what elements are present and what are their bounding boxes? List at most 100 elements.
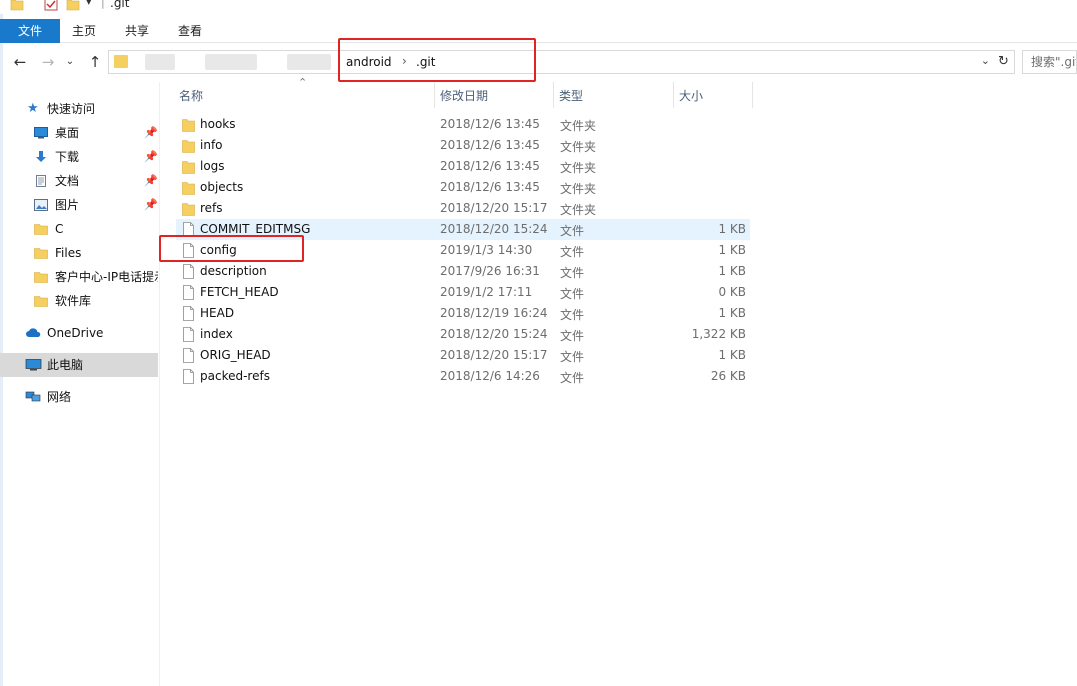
file-type: 文件 xyxy=(560,266,585,280)
properties-checkmark-icon[interactable] xyxy=(44,0,58,11)
file-size: 1 KB xyxy=(718,243,746,257)
file-row[interactable]: index 2018/12/20 15:24 文件 1,322 KB xyxy=(176,324,750,345)
file-type: 文件 xyxy=(560,329,585,343)
nav-item-documents[interactable]: 文档 📌 xyxy=(0,170,158,192)
address-dropdown-icon[interactable]: ⌄ xyxy=(981,54,990,67)
forward-arrow-icon[interactable]: → xyxy=(37,51,59,73)
file-size: 1 KB xyxy=(718,222,746,236)
window-title: .git xyxy=(110,0,130,10)
file-type: 文件夹 xyxy=(560,182,597,196)
file-icon xyxy=(182,264,195,279)
search-input[interactable]: 搜索".git" xyxy=(1022,50,1077,74)
nav-item-pictures[interactable]: 图片 📌 xyxy=(0,194,158,216)
back-arrow-icon[interactable]: ← xyxy=(9,51,31,73)
pin-icon[interactable]: 📌 xyxy=(144,146,158,168)
picture-icon xyxy=(34,199,48,211)
nav-onedrive[interactable]: OneDrive xyxy=(0,322,158,344)
file-size: 1 KB xyxy=(718,264,746,278)
title-bar: ▾ | .git xyxy=(0,0,1077,14)
file-row[interactable]: objects 2018/12/6 13:45 文件夹 xyxy=(176,177,750,198)
file-date: 2018/12/20 15:17 xyxy=(440,201,548,215)
column-divider[interactable] xyxy=(553,82,554,108)
nav-label: 客户中心-IP电话提示 xyxy=(55,270,158,284)
customize-quick-access-icon[interactable]: ▾ xyxy=(86,0,92,8)
file-size: 1,322 KB xyxy=(691,327,746,341)
tab-view[interactable]: 查看 xyxy=(166,19,214,43)
tab-share[interactable]: 共享 xyxy=(113,19,161,43)
column-date[interactable]: 修改日期 xyxy=(440,87,550,107)
column-size[interactable]: 大小 xyxy=(679,87,749,107)
file-date: 2018/12/20 15:24 xyxy=(440,222,548,236)
nav-this-pc[interactable]: 此电脑 xyxy=(0,353,158,377)
tab-file[interactable]: 文件 xyxy=(0,19,60,43)
folder-icon xyxy=(10,0,24,11)
file-name: FETCH_HEAD xyxy=(200,285,279,299)
nav-item-software-library[interactable]: 软件库 xyxy=(0,290,158,312)
recent-locations-chevron-icon[interactable]: ⌄ xyxy=(59,51,81,73)
file-date: 2017/9/26 16:31 xyxy=(440,264,540,278)
address-bar[interactable]: android › .git ⌄ xyxy=(108,50,995,74)
file-name: packed-refs xyxy=(200,369,270,383)
download-icon xyxy=(36,151,46,162)
column-type[interactable]: 类型 xyxy=(559,87,669,107)
nav-item-files[interactable]: Files xyxy=(0,242,158,264)
file-type: 文件 xyxy=(560,371,585,385)
file-row[interactable]: HEAD 2018/12/19 16:24 文件 1 KB xyxy=(176,303,750,324)
file-row[interactable]: FETCH_HEAD 2019/1/2 17:11 文件 0 KB xyxy=(176,282,750,303)
column-divider[interactable] xyxy=(752,82,753,108)
file-row[interactable]: ORIG_HEAD 2018/12/20 15:17 文件 1 KB xyxy=(176,345,750,366)
file-row[interactable]: logs 2018/12/6 13:45 文件夹 xyxy=(176,156,750,177)
file-name: COMMIT_EDITMSG xyxy=(200,222,311,236)
file-date: 2018/12/20 15:24 xyxy=(440,327,548,341)
pin-icon[interactable]: 📌 xyxy=(144,122,158,144)
tab-home[interactable]: 主页 xyxy=(60,19,108,43)
file-icon xyxy=(182,306,195,321)
file-type: 文件 xyxy=(560,245,585,259)
file-name: HEAD xyxy=(200,306,235,320)
refresh-icon[interactable]: ↻ xyxy=(993,50,1015,74)
file-name: logs xyxy=(200,159,225,173)
file-type: 文件 xyxy=(560,308,585,322)
file-name: ORIG_HEAD xyxy=(200,348,271,362)
folder-icon xyxy=(34,224,48,235)
folder-icon xyxy=(34,272,48,283)
file-icon xyxy=(182,327,195,342)
nav-label: 文档 xyxy=(55,174,80,188)
file-row[interactable]: packed-refs 2018/12/6 14:26 文件 26 KB xyxy=(176,366,750,387)
file-type: 文件夹 xyxy=(560,203,597,217)
nav-quick-access[interactable]: ★ 快速访问 xyxy=(0,98,158,120)
up-arrow-icon[interactable]: ↑ xyxy=(84,51,106,73)
folder-icon xyxy=(34,248,48,259)
nav-item-desktop[interactable]: 桌面 📌 xyxy=(0,122,158,144)
column-divider[interactable] xyxy=(434,82,435,108)
nav-label: 软件库 xyxy=(55,294,92,308)
nav-item-customer-center[interactable]: 客户中心-IP电话提示 xyxy=(0,266,158,288)
folder-icon xyxy=(182,138,195,153)
document-icon xyxy=(36,175,46,187)
nav-item-downloads[interactable]: 下载 📌 xyxy=(0,146,158,168)
folder-icon xyxy=(34,296,48,307)
file-row[interactable]: description 2017/9/26 16:31 文件 1 KB xyxy=(176,261,750,282)
column-name[interactable]: 名称 xyxy=(179,87,429,107)
pin-icon[interactable]: 📌 xyxy=(144,170,158,192)
nav-network[interactable]: 网络 xyxy=(0,386,158,408)
file-type: 文件夹 xyxy=(560,161,597,175)
file-row[interactable]: refs 2018/12/20 15:17 文件夹 xyxy=(176,198,750,219)
file-type: 文件夹 xyxy=(560,119,597,133)
nav-item-c[interactable]: C xyxy=(0,218,158,240)
file-type: 文件夹 xyxy=(560,140,597,154)
blurred-path xyxy=(287,54,331,70)
nav-label: 图片 xyxy=(55,198,80,212)
file-row[interactable]: info 2018/12/6 13:45 文件夹 xyxy=(176,135,750,156)
file-row[interactable]: hooks 2018/12/6 13:45 文件夹 xyxy=(176,114,750,135)
file-name: info xyxy=(200,138,223,152)
column-divider[interactable] xyxy=(673,82,674,108)
star-icon: ★ xyxy=(27,101,39,116)
file-date: 2018/12/6 13:45 xyxy=(440,138,540,152)
file-date: 2018/12/20 15:17 xyxy=(440,348,548,362)
nav-label: C xyxy=(55,222,64,236)
pin-icon[interactable]: 📌 xyxy=(144,194,158,216)
file-date: 2018/12/19 16:24 xyxy=(440,306,548,320)
computer-icon xyxy=(25,359,42,371)
new-folder-icon[interactable] xyxy=(66,0,80,11)
